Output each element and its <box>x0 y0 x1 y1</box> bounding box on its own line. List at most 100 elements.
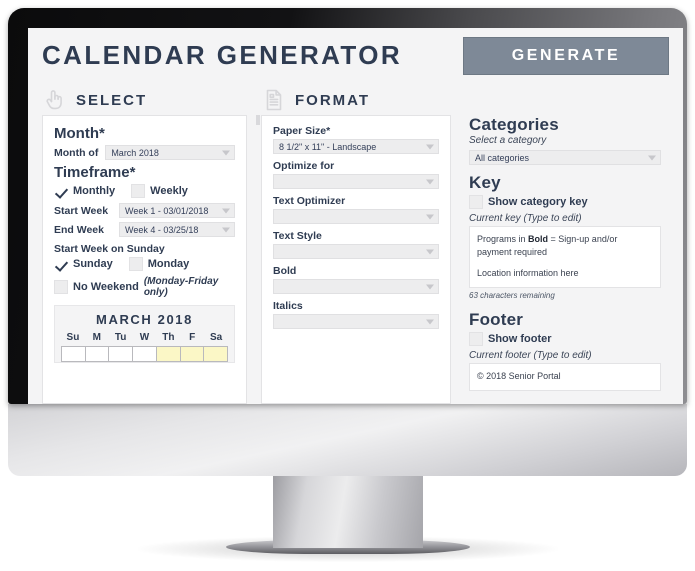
timeframe-checkbox-row: Monthly Weekly <box>54 184 235 198</box>
italics-select[interactable] <box>273 314 439 329</box>
calendar-cell[interactable] <box>133 347 157 361</box>
monitor-screen: CALENDAR GENERATOR GENERATE SELECT FORMA… <box>28 28 683 404</box>
optimize-for-label: Optimize for <box>273 160 335 172</box>
calendar-week-row[interactable] <box>61 346 228 362</box>
section-label-format: FORMAT <box>295 91 371 109</box>
section-label-select: SELECT <box>76 91 148 109</box>
checkbox-no-weekend-note: (Monday-Friday only) <box>143 276 219 298</box>
footer-value: © 2018 Senior Portal <box>477 371 561 381</box>
categories-title: Categories <box>469 115 559 134</box>
chevron-down-icon <box>426 319 434 324</box>
checkbox-monthly[interactable]: Monthly <box>54 184 115 198</box>
panel-scrollbar[interactable] <box>256 115 260 125</box>
app-page: CALENDAR GENERATOR GENERATE SELECT FORMA… <box>28 28 683 404</box>
bold-label: Bold <box>273 265 297 277</box>
paper-size-label: Paper Size* <box>273 125 331 137</box>
document-icon <box>261 87 287 113</box>
calendar-preview: MARCH 2018 Su M Tu W Th F Sa <box>54 305 235 363</box>
calendar-cell[interactable] <box>85 347 110 361</box>
checkbox-show-key-label: Show category key <box>488 196 588 208</box>
text-style-label: Text Style <box>273 230 322 242</box>
format-panel: Paper Size* 8 1/2" x 11" - Landscape Opt… <box>261 115 451 404</box>
checkbox-monthly-box[interactable] <box>54 184 68 198</box>
chevron-down-icon <box>222 150 230 155</box>
current-key-textarea[interactable]: Programs in Bold = Sign-up and/or paymen… <box>469 226 661 288</box>
calendar-cell-highlighted[interactable] <box>156 347 181 361</box>
calendar-dow-su: Su <box>66 332 80 343</box>
generate-button[interactable]: GENERATE <box>463 36 669 75</box>
checkbox-sunday-label: Sunday <box>73 258 113 270</box>
chars-remaining: 63 characters remaining <box>469 291 555 300</box>
category-value: All categories <box>475 152 530 163</box>
monitor-stand-neck <box>272 470 423 548</box>
end-week-row: End Week Week 4 - 03/25/18 <box>54 222 235 237</box>
chevron-down-icon <box>222 227 230 232</box>
calendar-cell[interactable] <box>62 347 86 361</box>
text-optimizer-label: Text Optimizer <box>273 195 346 207</box>
key-line-1-bold: Bold <box>528 234 549 244</box>
app-header: CALENDAR GENERATOR GENERATE <box>28 28 683 83</box>
footer-title: Footer <box>469 310 524 329</box>
bold-select[interactable] <box>273 279 439 294</box>
paper-size-select[interactable]: 8 1/2" x 11" - Landscape <box>273 139 439 154</box>
chevron-down-icon <box>426 144 434 149</box>
calendar-dow-th: Th <box>162 332 175 343</box>
checkbox-show-footer-label: Show footer <box>488 333 552 345</box>
checkbox-weekly-box[interactable] <box>131 184 146 198</box>
checkbox-monday-box[interactable] <box>128 257 143 271</box>
chevron-down-icon <box>222 208 230 213</box>
checkbox-show-footer-box[interactable] <box>469 332 483 346</box>
checkbox-no-weekend-label: No Weekend <box>73 281 139 293</box>
checkbox-monday-label: Monday <box>147 258 190 270</box>
current-footer-label: Current footer (Type to edit) <box>469 350 592 361</box>
key-line-1: Programs in Bold = Sign-up and/or paymen… <box>477 233 653 259</box>
month-of-label: Month of <box>54 146 99 159</box>
start-week-select[interactable]: Week 1 - 03/01/2018 <box>119 203 235 218</box>
chevron-down-icon <box>426 214 434 219</box>
calendar-cell-highlighted[interactable] <box>180 347 205 361</box>
calendar-dow-sa: Sa <box>209 332 223 343</box>
checkbox-monthly-label: Monthly <box>73 185 116 197</box>
start-week-row: Start Week Week 1 - 03/01/2018 <box>54 203 235 218</box>
checkbox-monday[interactable]: Monday <box>128 257 190 271</box>
end-week-label: End Week <box>54 223 104 236</box>
month-of-select[interactable]: March 2018 <box>105 145 235 160</box>
text-style-select[interactable] <box>273 244 439 259</box>
start-week-label: Start Week <box>54 204 109 217</box>
end-week-select[interactable]: Week 4 - 03/25/18 <box>119 222 235 237</box>
calendar-cell[interactable] <box>109 347 134 361</box>
calendar-dow-tu: Tu <box>114 332 127 343</box>
category-select[interactable]: All categories <box>469 150 661 165</box>
select-panel: Month* Month of March 2018 Timeframe* Mo… <box>42 115 247 404</box>
month-of-value: March 2018 <box>111 147 159 158</box>
checkbox-show-footer[interactable]: Show footer <box>469 332 661 346</box>
checkbox-sunday[interactable]: Sunday <box>54 257 113 271</box>
calendar-month-title: MARCH 2018 <box>96 312 193 327</box>
monitor-shell: CALENDAR GENERATOR GENERATE SELECT FORMA… <box>0 0 695 571</box>
checkbox-show-key[interactable]: Show category key <box>469 195 661 209</box>
chevron-down-icon <box>426 284 434 289</box>
checkbox-no-weekend-box[interactable] <box>54 280 68 294</box>
paper-size-value: 8 1/2" x 11" - Landscape <box>279 141 377 152</box>
pointing-hand-icon <box>42 87 68 113</box>
timeframe-group-title: Timeframe* <box>54 164 136 181</box>
month-group-title: Month* <box>54 125 105 142</box>
checkbox-weekly[interactable]: Weekly <box>131 184 188 198</box>
section-head-select: SELECT <box>42 85 261 115</box>
key-line-1-pre: Programs in <box>477 234 529 244</box>
end-week-value: Week 4 - 03/25/18 <box>125 224 199 235</box>
section-header-row: SELECT FORMAT <box>28 83 683 115</box>
optimize-for-select[interactable] <box>273 174 439 189</box>
key-line-2: Location information here <box>477 268 579 279</box>
checkbox-show-key-box[interactable] <box>469 195 483 209</box>
calendar-cell-highlighted[interactable] <box>204 347 228 361</box>
start-on-sunday-label: Start Week on Sunday <box>54 243 165 255</box>
current-footer-textarea[interactable]: © 2018 Senior Portal <box>469 363 661 391</box>
checkbox-sunday-box[interactable] <box>54 257 68 271</box>
checkbox-no-weekend[interactable]: No Weekend (Monday-Friday only) <box>54 276 235 298</box>
key-spacer <box>477 259 653 267</box>
text-optimizer-select[interactable] <box>273 209 439 224</box>
calendar-dow-m: M <box>92 332 101 343</box>
key-title: Key <box>469 173 501 192</box>
calendar-dow-f: F <box>189 332 196 343</box>
